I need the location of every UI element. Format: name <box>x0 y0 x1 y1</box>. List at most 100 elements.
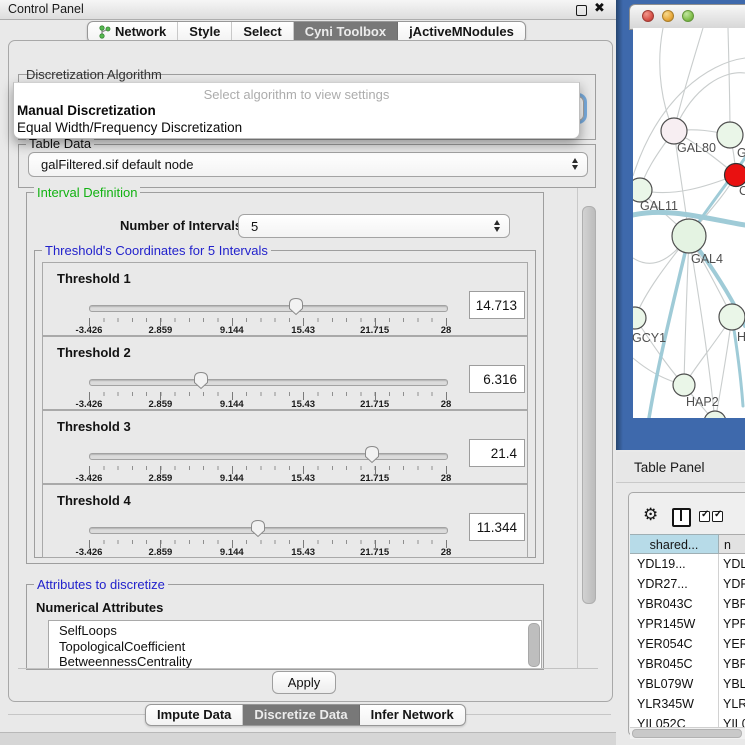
table-data-combo-value: galFiltered.sif default node <box>41 157 193 172</box>
table-body[interactable]: YDL19...YDL1YDR27...YDR2YBR043CYBR0YPR14… <box>630 554 745 727</box>
table-cell[interactable]: YER054C <box>630 634 719 654</box>
tab-impute-data[interactable]: Impute Data <box>146 705 243 725</box>
table-cell[interactable]: YBR045C <box>630 654 719 674</box>
panel-scrollbar-thumb[interactable] <box>582 206 596 604</box>
table-row[interactable]: YPR145WYPR1 <box>630 614 745 634</box>
tab-select[interactable]: Select <box>232 22 293 42</box>
tab-jactivemnodules[interactable]: jActiveMNodules <box>398 22 525 42</box>
table-cell[interactable]: YPR145W <box>630 614 719 634</box>
tick-label: 9.144 <box>220 399 244 410</box>
table-cell[interactable]: YBL0 <box>719 674 745 694</box>
table-cell[interactable]: YBL079W <box>630 674 719 694</box>
apply-button[interactable]: Apply <box>272 671 336 694</box>
table-row[interactable]: YBL079WYBL0 <box>630 674 745 694</box>
table-cell[interactable]: YER0 <box>719 634 745 654</box>
node-gcy1[interactable] <box>633 307 646 329</box>
attribute-list-item[interactable]: SelfLoops <box>49 623 541 639</box>
checkbox-icon-1[interactable]: ✓ <box>699 511 710 522</box>
table-cell[interactable]: YDL1 <box>719 554 745 574</box>
table-cell[interactable]: YLR3 <box>719 694 745 714</box>
popup-item-manual-discretization[interactable]: Manual Discretization <box>17 103 156 118</box>
tick-label: 21.715 <box>360 399 389 410</box>
column-header-name[interactable]: n <box>719 534 745 554</box>
table-row[interactable]: YLR345WYLR3 <box>630 694 745 714</box>
zoom-traffic-light-icon[interactable] <box>682 10 694 22</box>
threshold-4-row: Threshold 4 -3.4262.8599.14415.4321.7152… <box>42 484 528 558</box>
table-row[interactable]: YDR27...YDR2 <box>630 574 745 594</box>
table-cell[interactable]: YBR043C <box>630 594 719 614</box>
table-header-row: shared... n <box>630 534 745 554</box>
close-icon[interactable]: ✖ <box>594 1 605 16</box>
number-of-intervals-spinner[interactable]: 5 <box>238 214 510 238</box>
scroll-viewport-edge <box>18 668 598 669</box>
node-label-c: C <box>739 184 745 198</box>
tick-label: -3.426 <box>76 473 103 484</box>
threshold-2-slider[interactable] <box>89 379 448 386</box>
node-h[interactable] <box>719 304 745 330</box>
table-row[interactable]: YDL19...YDL1 <box>630 554 745 574</box>
numerical-attributes-list[interactable]: SelfLoopsTopologicalCoefficientBetweenne… <box>48 620 542 669</box>
table-cell[interactable]: YIL052C <box>630 714 719 727</box>
threshold-2-label: Threshold 2 <box>57 345 131 360</box>
control-panel-titlebar <box>0 0 616 20</box>
control-panel-window: Control Panel ✖ Network Style Select Cyn… <box>0 0 616 745</box>
column-header-shared-name[interactable]: shared... <box>630 534 719 554</box>
node-hap2[interactable] <box>673 374 695 396</box>
threshold-3-value-field[interactable] <box>469 439 525 467</box>
table-cell[interactable]: YBR0 <box>719 654 745 674</box>
table-row[interactable]: YER054CYER0 <box>630 634 745 654</box>
attributes-list-scrollbar-thumb[interactable] <box>528 623 540 667</box>
checkbox-icon-2[interactable]: ✓ <box>712 511 723 522</box>
node-bottom-partial[interactable] <box>704 411 726 418</box>
threshold-1-value-field[interactable] <box>469 291 525 319</box>
table-row[interactable]: YBR043CYBR0 <box>630 594 745 614</box>
node-g[interactable] <box>717 122 743 148</box>
tick-label: 28 <box>441 547 452 558</box>
tick-label: 2.859 <box>149 473 173 484</box>
tab-cyni-toolbox[interactable]: Cyni Toolbox <box>294 22 398 42</box>
minimize-traffic-light-icon[interactable] <box>662 10 674 22</box>
tab-jactivemnodules-label: jActiveMNodules <box>409 22 514 42</box>
table-cell[interactable]: YBR0 <box>719 594 745 614</box>
tab-infer-network[interactable]: Infer Network <box>360 705 465 725</box>
popup-item-equal-width-frequency[interactable]: Equal Width/Frequency Discretization <box>17 120 242 135</box>
threshold-4-slider-handle[interactable] <box>250 519 266 538</box>
column-layout-icon[interactable] <box>672 508 691 527</box>
tab-style[interactable]: Style <box>178 22 232 42</box>
attribute-list-item[interactable]: TopologicalCoefficient <box>49 639 541 655</box>
table-panel-title: Table Panel <box>634 460 705 475</box>
close-traffic-light-icon[interactable] <box>642 10 654 22</box>
table-cell[interactable]: YIL0 <box>719 714 745 727</box>
table-cell[interactable]: YDL19... <box>630 554 719 574</box>
network-canvas[interactable] <box>633 28 745 418</box>
application-root: Control Panel ✖ Network Style Select Cyn… <box>0 0 745 745</box>
attributes-group-title: Attributes to discretize <box>34 577 168 592</box>
tab-network-label: Network <box>115 22 166 42</box>
tab-discretize-data[interactable]: Discretize Data <box>243 705 359 725</box>
attribute-list-item[interactable]: BetweennessCentrality <box>49 654 541 669</box>
thresholds-group-title: Threshold's Coordinates for 5 Intervals <box>42 243 271 258</box>
float-window-icon[interactable] <box>576 5 587 16</box>
threshold-1-tick-labels: -3.4262.8599.14415.4321.71528 <box>89 325 446 336</box>
table-row[interactable]: YIL052CYIL0 <box>630 714 745 727</box>
table-data-combo[interactable]: galFiltered.sif default node <box>28 152 588 177</box>
tab-style-label: Style <box>189 22 220 42</box>
table-hscrollbar-thumb[interactable] <box>632 729 742 738</box>
threshold-1-slider-handle[interactable] <box>288 297 304 316</box>
threshold-3-slider-handle[interactable] <box>364 445 380 464</box>
tab-network[interactable]: Network <box>88 22 178 42</box>
gear-icon[interactable]: ⚙ <box>643 505 658 525</box>
table-cell[interactable]: YDR2 <box>719 574 745 594</box>
table-cell[interactable]: YPR1 <box>719 614 745 634</box>
threshold-4-value-field[interactable] <box>469 513 525 541</box>
threshold-3-slider[interactable] <box>89 453 448 460</box>
table-cell[interactable]: YLR345W <box>630 694 719 714</box>
table-cell[interactable]: YDR27... <box>630 574 719 594</box>
node-gal4[interactable] <box>672 219 706 253</box>
threshold-1-slider[interactable] <box>89 305 448 312</box>
threshold-2-value-field[interactable] <box>469 365 525 393</box>
network-window-titlebar[interactable] <box>629 4 745 30</box>
threshold-4-slider[interactable] <box>89 527 448 534</box>
table-row[interactable]: YBR045CYBR0 <box>630 654 745 674</box>
threshold-2-slider-handle[interactable] <box>193 371 209 390</box>
